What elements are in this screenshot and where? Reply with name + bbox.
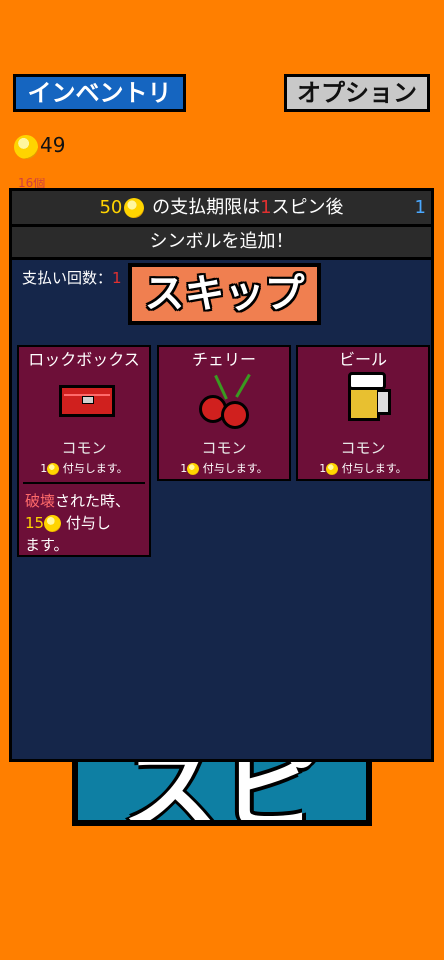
give-amount: 1 [40, 462, 48, 475]
inventory-button[interactable]: インベントリ [13, 74, 186, 112]
coin-counter: 49 [14, 134, 65, 159]
give-text: 付与します。 [341, 462, 407, 475]
add-symbol-modal: 50 の支払期限は1スピン後 1 シンボルを追加！ 支払い回数：1 スキップ ロ… [9, 188, 434, 762]
desc-text-3: ます。 [25, 536, 69, 554]
give-amount: 1 [180, 462, 188, 475]
rent-text-mid: の支払期限は [152, 197, 261, 218]
rent-due-bar: 50 の支払期限は1スピン後 1 [12, 191, 431, 227]
symbol-card-beer[interactable]: ビール コモン 1 付与します。 [296, 345, 430, 481]
options-button[interactable]: オプション [284, 74, 430, 112]
rent-spins: 1 [260, 197, 272, 218]
skip-button[interactable]: スキップ [128, 263, 321, 325]
rent-right-number: 1 [414, 197, 426, 218]
rent-amount: 50 [99, 197, 123, 218]
desc-text-2: 付与し [65, 514, 111, 532]
symbol-card-lockbox[interactable]: ロックボックス コモン 1 付与します。 破壊された時、 15 付与し ます。 [17, 345, 151, 557]
card-rarity: コモン [201, 439, 247, 457]
give-text: 付与します。 [62, 462, 128, 475]
desc-keyword: 破壊 [25, 492, 56, 510]
card-rarity: コモン [340, 439, 386, 457]
desc-text-1: された時、 [55, 492, 131, 510]
card-name: チェリー [191, 350, 256, 369]
rent-text-end: スピン後 [271, 197, 344, 218]
give-amount: 1 [319, 462, 327, 475]
coin-icon [47, 463, 60, 475]
coin-count: 49 [40, 133, 66, 157]
pay-count-label: 支払い回数： [22, 269, 113, 287]
cherry-icon [159, 371, 289, 429]
lockbox-icon [19, 371, 149, 429]
desc-amount: 15 [25, 514, 45, 532]
card-description: 破壊された時、 15 付与し ます。 [19, 484, 149, 562]
coin-icon [44, 515, 62, 532]
pay-count: 支払い回数：1 [22, 267, 122, 288]
card-name: ビール [338, 350, 387, 369]
card-give: 1 付与します。 [19, 460, 149, 476]
coin-icon [326, 463, 339, 475]
coin-icon [187, 463, 200, 475]
give-text: 付与します。 [202, 462, 268, 475]
symbol-card-cherry[interactable]: チェリー コモン 1 付与します。 [157, 345, 291, 481]
coin-icon [14, 134, 38, 159]
card-name: ロックボックス [28, 350, 140, 369]
card-give: 1 付与します。 [298, 460, 428, 476]
coin-icon [124, 198, 145, 218]
card-rarity: コモン [61, 439, 107, 457]
card-give: 1 付与します。 [159, 460, 289, 476]
add-symbol-title: シンボルを追加！ [12, 227, 431, 260]
beer-icon [298, 371, 428, 429]
pay-count-value: 1 [112, 269, 122, 287]
